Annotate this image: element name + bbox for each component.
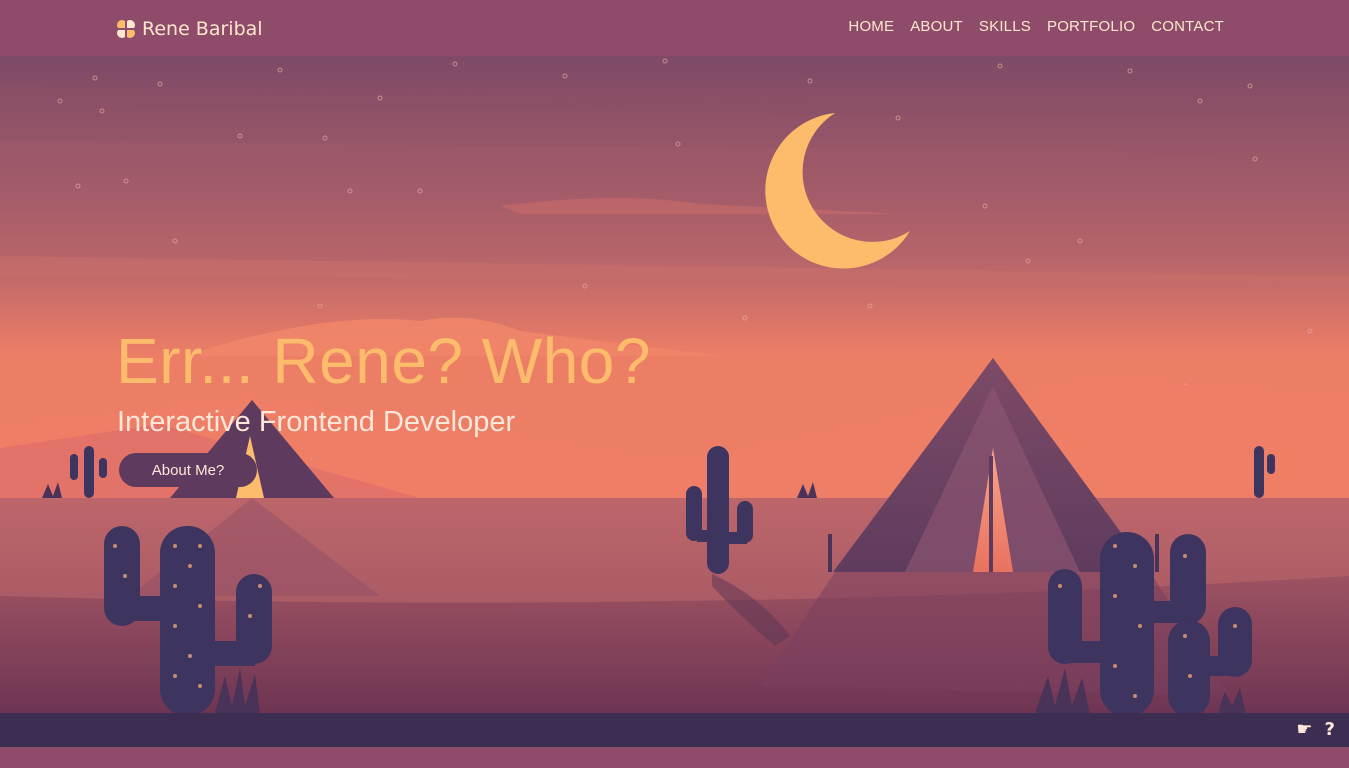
nav-link-portfolio[interactable]: PORTFOLIO bbox=[1047, 18, 1135, 35]
hero-title: Err... Rene? Who? bbox=[116, 325, 651, 397]
nav-link-about[interactable]: ABOUT bbox=[910, 18, 963, 35]
brand-home-link[interactable]: Rene Baribal bbox=[116, 17, 263, 41]
nav-link-home[interactable]: HOME bbox=[848, 18, 894, 35]
nav-link-skills[interactable]: SKILLS bbox=[979, 18, 1031, 35]
footer-icons: ☛ ? bbox=[1296, 719, 1335, 741]
hero-subtitle: Interactive Frontend Developer bbox=[117, 406, 516, 438]
nav-link-contact[interactable]: CONTACT bbox=[1151, 18, 1224, 35]
nav-links: HOME ABOUT SKILLS PORTFOLIO CONTACT bbox=[848, 18, 1224, 35]
pointing-hand-icon[interactable]: ☛ bbox=[1296, 719, 1312, 741]
hero-section: Err... Rene? Who? Interactive Frontend D… bbox=[0, 56, 1349, 713]
about-me-button[interactable]: About Me? bbox=[119, 453, 257, 487]
clover-logo-icon bbox=[116, 19, 136, 39]
bottom-strip bbox=[0, 747, 1349, 768]
brand-name: Rene Baribal bbox=[142, 18, 263, 40]
question-icon[interactable]: ? bbox=[1325, 719, 1335, 741]
bottom-toolbar: ☛ ? bbox=[0, 713, 1349, 747]
top-navigation-bar: Rene Baribal HOME ABOUT SKILLS PORTFOLIO… bbox=[0, 0, 1349, 56]
